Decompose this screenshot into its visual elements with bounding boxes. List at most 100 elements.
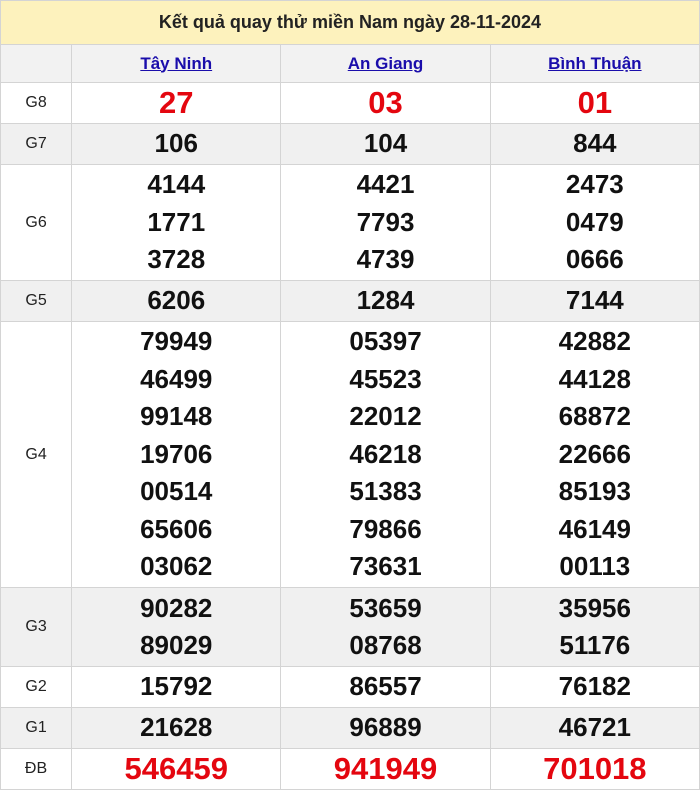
prize-numbers-cell: 7144 (489, 280, 700, 322)
prize-number: 08768 (349, 630, 422, 660)
prize-number: 22666 (558, 438, 631, 469)
prize-number: 7144 (565, 285, 624, 316)
prize-number: 44128 (558, 363, 631, 394)
prize-number: 45523 (349, 363, 422, 394)
prize-numbers-cell: 35956 51176 (489, 587, 700, 667)
prize-row: G7 106 104 844 (0, 123, 700, 165)
prize-number: 6206 (147, 285, 206, 316)
prize-numbers-cell: 42882 44128 68872 22666 85193 46149 00113 (489, 321, 700, 588)
prize-number: 79866 (349, 513, 422, 544)
prize-number: 01 (577, 85, 613, 121)
prize-number: 90282 (140, 592, 213, 623)
prize-number: 03 (368, 85, 403, 121)
prize-number: 89029 (140, 630, 213, 660)
prize-number: 05397 (349, 326, 422, 357)
prize-number: 4421 (356, 169, 415, 200)
prize-row: G3 90282 89029 53659 08768 35956 51176 (0, 587, 700, 667)
prize-number: 96889 (349, 712, 422, 743)
prize-number: 46499 (140, 363, 213, 394)
prize-number: 76182 (558, 671, 631, 702)
prize-number: 73631 (349, 551, 422, 582)
prize-numbers-cell: 15792 (71, 666, 282, 708)
province-link-tay-ninh[interactable]: Tây Ninh (140, 54, 212, 73)
prize-number: 68872 (558, 401, 631, 432)
prize-number: 104 (363, 128, 408, 159)
province-header-cell: Tây Ninh (71, 44, 282, 83)
prize-number: 941949 (333, 751, 438, 787)
prize-number: 46218 (349, 438, 422, 469)
prize-numbers-cell: 46721 (489, 707, 700, 749)
prize-row: G6 4144 1771 3728 4421 7793 4739 2473 0479 0666 (0, 164, 700, 281)
prize-numbers-cell: 21628 (71, 707, 282, 749)
prize-row: G8 27 03 01 (0, 82, 700, 124)
prize-numbers-cell: 05397 45523 22012 46218 51383 79866 73631 (280, 321, 491, 588)
prize-label: G3 (0, 587, 73, 667)
prize-row: G2 15792 86557 76182 (0, 666, 700, 708)
prize-numbers-cell: 76182 (489, 666, 700, 708)
lottery-results-table: Kết quả quay thử miền Nam ngày 28-11-202… (0, 0, 700, 790)
prize-numbers-cell: 27 (71, 82, 282, 124)
prize-number: 0666 (565, 244, 624, 275)
prize-numbers-cell: 03 (280, 82, 491, 124)
prize-number: 51176 (559, 630, 631, 660)
prize-label: G6 (0, 164, 73, 281)
prize-numbers-cell: 79949 46499 99148 19706 00514 65606 03062 (71, 321, 282, 588)
prize-numbers-cell: 86557 (280, 666, 491, 708)
prize-row: G1 21628 96889 46721 (0, 707, 700, 749)
prize-numbers-cell: 844 (489, 123, 700, 165)
prize-number: 21628 (140, 712, 213, 743)
prize-label: G2 (0, 666, 73, 708)
prize-number: 51383 (349, 476, 422, 507)
province-link-an-giang[interactable]: An Giang (348, 54, 424, 73)
prize-numbers-cell: 1284 (280, 280, 491, 322)
prize-number: 3728 (147, 244, 206, 275)
prize-number: 03062 (140, 551, 213, 582)
prize-number: 15792 (140, 671, 213, 702)
prize-number: 85193 (558, 476, 631, 507)
prize-number: 79949 (140, 326, 213, 357)
prize-number: 86557 (349, 671, 422, 702)
prize-number: 46721 (558, 712, 631, 743)
prize-number: 4739 (356, 244, 415, 275)
prize-numbers-cell: 701018 (489, 748, 700, 790)
prize-number: 1771 (147, 206, 206, 237)
prize-number: 35956 (558, 592, 631, 623)
prize-label: G8 (0, 82, 73, 124)
prize-number: 844 (573, 128, 617, 159)
prize-numbers-cell: 106 (71, 123, 282, 165)
prize-number: 1284 (356, 285, 415, 316)
prize-numbers-cell: 4144 1771 3728 (71, 164, 282, 281)
prize-number: 0479 (565, 206, 624, 237)
prize-label: G4 (0, 321, 73, 588)
prize-number: 22012 (349, 401, 422, 432)
prize-numbers-cell: 01 (489, 82, 700, 124)
prize-numbers-cell: 96889 (280, 707, 491, 749)
province-link-binh-thuan[interactable]: Bình Thuận (548, 54, 641, 73)
prize-number: 42882 (558, 326, 631, 357)
province-header-cell: An Giang (280, 44, 491, 83)
prize-number: 46149 (558, 513, 631, 544)
prize-number: 19706 (140, 438, 213, 469)
prize-row: ĐB 546459 941949 701018 (0, 748, 700, 790)
prize-numbers-cell: 546459 (71, 748, 282, 790)
prize-number: 00514 (140, 476, 213, 507)
province-header-cell: Bình Thuận (489, 44, 700, 83)
results-title: Kết quả quay thử miền Nam ngày 28-11-202… (0, 0, 700, 45)
prize-number: 106 (154, 128, 198, 159)
prize-number: 2473 (565, 169, 624, 200)
prize-row: G5 6206 1284 7144 (0, 280, 700, 322)
prize-number: 00113 (559, 551, 631, 582)
prize-numbers-cell: 53659 08768 (280, 587, 491, 667)
prize-number: 65606 (140, 513, 213, 544)
prize-label: ĐB (0, 748, 73, 790)
prize-number: 4144 (147, 169, 206, 200)
prize-number: 701018 (543, 751, 647, 787)
prize-row: G4 79949 46499 99148 19706 00514 65606 03062 053… (0, 321, 700, 588)
prize-number: 7793 (356, 206, 415, 237)
province-header-row: Tây Ninh An Giang Bình Thuận (0, 44, 700, 83)
prize-numbers-cell: 6206 (71, 280, 282, 322)
prize-number: 546459 (124, 751, 228, 787)
prize-number: 27 (158, 85, 194, 121)
prize-numbers-cell: 2473 0479 0666 (489, 164, 700, 281)
prize-numbers-cell: 4421 7793 4739 (280, 164, 491, 281)
